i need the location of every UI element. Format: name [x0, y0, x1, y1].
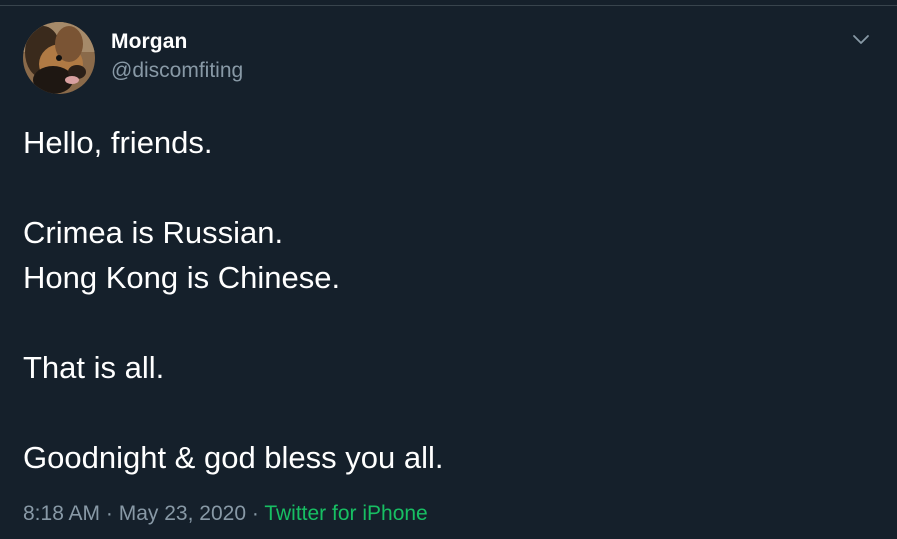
tweet-text: Hello, friends. Crimea is Russian. Hong … — [23, 120, 873, 480]
meta-separator: · — [251, 502, 259, 525]
tweet-line: That is all. — [23, 350, 165, 385]
tweet-date[interactable]: May 23, 2020 — [119, 502, 246, 525]
tweet-line: Crimea is Russian. — [23, 215, 284, 250]
tweet-line: Hello, friends. — [23, 125, 213, 160]
tweet-line: Hong Kong is Chinese. — [23, 260, 341, 295]
tweet-card: Morgan @discomfiting Hello, friends. Cri… — [0, 0, 897, 539]
tweet-time[interactable]: 8:18 AM — [23, 502, 100, 525]
display-name[interactable]: Morgan — [111, 30, 187, 54]
chevron-down-icon — [853, 35, 869, 44]
user-handle[interactable]: @discomfiting — [111, 59, 243, 83]
divider — [0, 5, 897, 6]
tweet-menu-button[interactable] — [848, 27, 874, 53]
meta-separator: · — [105, 502, 113, 525]
tweet-source-link[interactable]: Twitter for iPhone — [264, 502, 427, 525]
avatar[interactable] — [23, 22, 95, 94]
tweet-meta: 8:18 AM · May 23, 2020 · Twitter for iPh… — [23, 502, 428, 526]
tweet-line: Goodnight & god bless you all. — [23, 440, 444, 475]
dog-avatar-icon — [23, 22, 95, 94]
